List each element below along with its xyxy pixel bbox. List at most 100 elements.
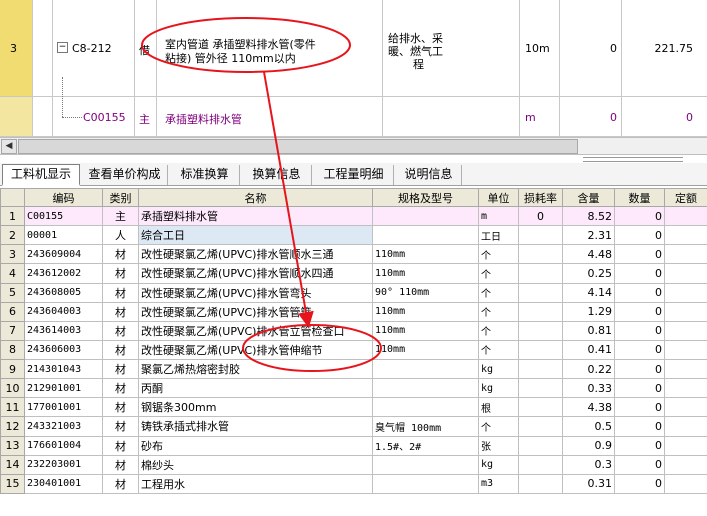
item-quantity[interactable]: 0	[614, 244, 665, 265]
item-quantity[interactable]: 0	[614, 435, 665, 456]
specialty-cell[interactable]	[383, 97, 520, 137]
item-name[interactable]: 丙酮	[138, 378, 373, 399]
item-spec[interactable]	[372, 454, 479, 475]
item-loss-rate[interactable]	[518, 473, 563, 495]
quota-cell[interactable]	[664, 416, 707, 437]
quota-cell[interactable]	[664, 301, 707, 322]
item-spec[interactable]	[372, 397, 479, 418]
quota-cell[interactable]	[664, 244, 707, 265]
item-code[interactable]: 243608005	[24, 282, 103, 303]
item-name[interactable]: 改性硬聚氯乙烯(UPVC)排水管管箍	[138, 301, 373, 322]
item-type[interactable]: 材	[102, 301, 139, 322]
item-quantity[interactable]: 0	[614, 282, 665, 303]
item-quantity[interactable]: 0	[614, 454, 665, 475]
item-unit[interactable]: 个	[478, 263, 519, 284]
column-header[interactable]: 规格及型号	[372, 188, 479, 207]
item-type[interactable]: 材	[102, 263, 139, 284]
table-row[interactable]: 2 00001 人综合工日 工日 2.31 0	[0, 225, 707, 246]
column-header[interactable]: 损耗率	[518, 188, 563, 207]
item-unit[interactable]: m3	[478, 473, 519, 495]
item-type[interactable]: 材	[102, 358, 139, 380]
category-cell[interactable]: 借	[135, 0, 157, 97]
item-name[interactable]: 工程用水	[138, 473, 373, 495]
item-content[interactable]: 0.31	[562, 473, 615, 495]
item-code[interactable]: 177001001	[24, 397, 103, 418]
scrollbar-thumb[interactable]	[18, 139, 578, 154]
table-row[interactable]: 10 212901001 材丙酮 kg 0.33 0	[0, 378, 707, 399]
item-spec[interactable]	[372, 205, 479, 227]
item-type[interactable]: 材	[102, 320, 139, 341]
item-spec[interactable]	[372, 378, 479, 399]
tab-description[interactable]: 说明信息	[396, 165, 462, 185]
quota-cell[interactable]	[664, 263, 707, 284]
item-content[interactable]: 1.29	[562, 301, 615, 322]
item-quantity[interactable]: 0	[614, 358, 665, 380]
scroll-left-icon[interactable]: ◀	[1, 139, 17, 154]
unit-cell[interactable]: m	[520, 97, 560, 137]
item-loss-rate[interactable]	[518, 416, 563, 437]
pane-splitter-handle[interactable]	[583, 157, 683, 162]
item-name[interactable]: 改性硬聚氯乙烯(UPVC)排水管顺水四通	[138, 263, 373, 284]
table-row[interactable]: 15 230401001 材工程用水 m3 0.31 0	[0, 473, 707, 495]
value1-cell[interactable]: 0	[560, 97, 622, 137]
column-header[interactable]: 定额	[664, 188, 707, 207]
item-content[interactable]: 0.33	[562, 378, 615, 399]
item-unit[interactable]: kg	[478, 454, 519, 475]
item-name[interactable]: 改性硬聚氯乙烯(UPVC)排水管伸缩节	[138, 339, 373, 361]
item-name[interactable]: 承插塑料排水管	[138, 205, 373, 227]
item-type[interactable]: 材	[102, 397, 139, 418]
table-row[interactable]: 5 243608005 材改性硬聚氯乙烯(UPVC)排水管弯头 90° 110mm 个 4…	[0, 282, 707, 303]
item-type[interactable]: 材	[102, 473, 139, 495]
item-type[interactable]: 材	[102, 244, 139, 265]
tab-standard-conversion[interactable]: 标准换算	[170, 165, 240, 185]
row-index-cell[interactable]	[0, 97, 33, 137]
item-code[interactable]: 230401001	[24, 473, 103, 495]
table-row[interactable]: 7 243614003 材改性硬聚氯乙烯(UPVC)排水管立管检查口 110mm 个 0.…	[0, 320, 707, 341]
item-loss-rate[interactable]	[518, 244, 563, 265]
item-content[interactable]: 4.48	[562, 244, 615, 265]
item-content[interactable]: 0.41	[562, 339, 615, 361]
item-unit[interactable]: 个	[478, 244, 519, 265]
item-quantity[interactable]: 0	[614, 473, 665, 495]
horizontal-scrollbar[interactable]: ◀	[0, 137, 707, 155]
item-code[interactable]: 243321003	[24, 416, 103, 437]
item-name[interactable]: 铸铁承插式排水管	[138, 416, 373, 437]
collapse-toggle-icon[interactable]: −	[57, 42, 68, 53]
item-type[interactable]: 材	[102, 435, 139, 456]
item-code[interactable]: 243614003	[24, 320, 103, 341]
item-quantity[interactable]: 0	[614, 263, 665, 284]
item-loss-rate[interactable]	[518, 397, 563, 418]
item-spec[interactable]: 110mm	[372, 301, 479, 322]
table-row[interactable]: 11 177001001 材钢锯条300mm 根 4.38 0	[0, 397, 707, 418]
quota-cell[interactable]	[664, 225, 707, 246]
value2-cell[interactable]: 221.75	[622, 0, 707, 97]
code-cell[interactable]: − C8-212	[53, 0, 135, 97]
tab-quantity-detail[interactable]: 工程量明细	[314, 165, 394, 185]
item-quantity[interactable]: 0	[614, 205, 665, 227]
item-loss-rate[interactable]	[518, 358, 563, 380]
item-code[interactable]: 243609004	[24, 244, 103, 265]
item-quantity[interactable]: 0	[614, 301, 665, 322]
item-quantity[interactable]: 0	[614, 339, 665, 361]
name-cell[interactable]: 承插塑料排水管	[157, 97, 383, 137]
tab-materials[interactable]: 工料机显示	[2, 164, 80, 186]
column-header[interactable]: 类别	[102, 188, 139, 207]
item-content[interactable]: 0.25	[562, 263, 615, 284]
item-unit[interactable]: kg	[478, 378, 519, 399]
item-loss-rate[interactable]	[518, 282, 563, 303]
item-unit[interactable]: kg	[478, 358, 519, 380]
item-type[interactable]: 材	[102, 282, 139, 303]
item-unit[interactable]: 工日	[478, 225, 519, 246]
column-header[interactable]: 名称	[138, 188, 373, 207]
item-loss-rate[interactable]	[518, 263, 563, 284]
item-loss-rate[interactable]	[518, 435, 563, 456]
item-quantity[interactable]: 0	[614, 320, 665, 341]
table-row[interactable]: 13 176601004 材砂布 1.5#、2# 张 0.9 0	[0, 435, 707, 456]
item-spec[interactable]: 90° 110mm	[372, 282, 479, 303]
item-unit[interactable]: 个	[478, 339, 519, 361]
item-type[interactable]: 主	[102, 205, 139, 227]
item-spec[interactable]: 110mm	[372, 263, 479, 284]
item-code[interactable]: 243604003	[24, 301, 103, 322]
item-name[interactable]: 聚氯乙烯热熔密封胶	[138, 358, 373, 380]
item-spec[interactable]	[372, 473, 479, 495]
